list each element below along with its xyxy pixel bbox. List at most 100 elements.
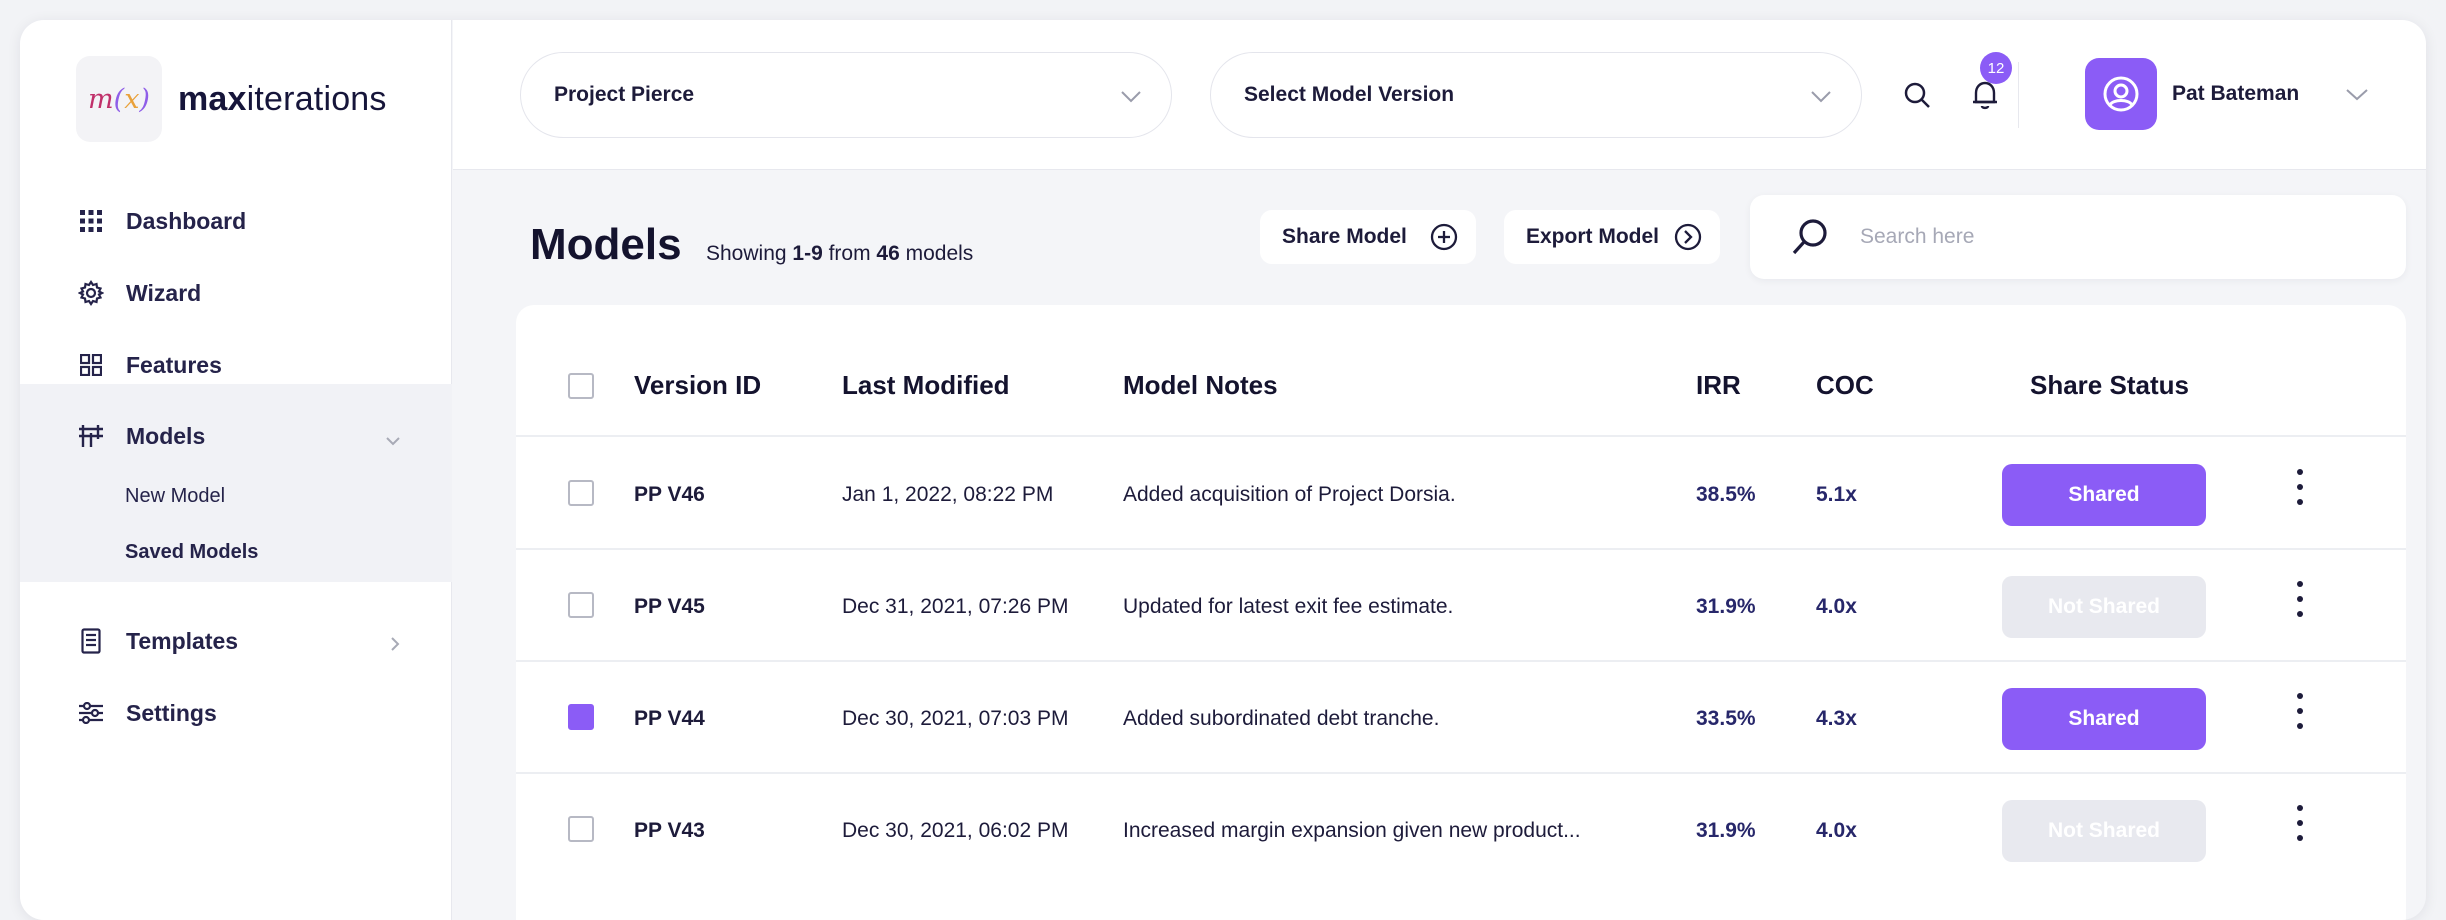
row-coc: 4.0x	[1816, 595, 1857, 618]
chevron-right-icon	[390, 630, 400, 657]
more-options-icon[interactable]	[2290, 693, 2310, 729]
document-icon	[78, 628, 104, 654]
summary-text: Showing	[706, 242, 793, 265]
row-coc: 4.3x	[1816, 707, 1857, 730]
user-circle-icon	[2103, 76, 2139, 112]
row-coc: 5.1x	[1816, 483, 1857, 506]
arrow-right-circle-icon	[1674, 223, 1702, 257]
sidebar-item-wizard[interactable]: Wizard	[20, 258, 452, 328]
column-header-share-status[interactable]: Share Status	[2030, 370, 2189, 401]
select-all-checkbox[interactable]	[568, 373, 594, 399]
logo-letter: m	[88, 83, 114, 115]
column-header-irr[interactable]: IRR	[1696, 370, 1741, 401]
sidebar-subitem-new-model[interactable]: New Model	[125, 485, 225, 508]
avatar[interactable]	[2085, 58, 2157, 130]
summary-text: models	[899, 242, 974, 265]
sidebar: m(x) maxiterations Dashboard Wizard Feat…	[20, 20, 452, 920]
brand-logo[interactable]: m(x) maxiterations	[76, 56, 387, 142]
row-version-id[interactable]: PP V45	[634, 595, 705, 619]
more-options-icon[interactable]	[2290, 805, 2310, 841]
row-checkbox[interactable]	[568, 816, 594, 842]
brand-name-bold: max	[178, 79, 247, 118]
row-coc: 4.0x	[1816, 819, 1857, 842]
row-version-id[interactable]: PP V43	[634, 819, 705, 843]
row-last-modified: Dec 31, 2021, 07:26 PM	[842, 595, 1069, 618]
gear-icon	[78, 280, 104, 306]
summary-text: from	[822, 242, 877, 265]
row-model-notes: Increased margin expansion given new pro…	[1123, 819, 1581, 842]
share-status-button[interactable]: Shared	[2002, 464, 2206, 526]
models-table: Version ID Last Modified Model Notes IRR…	[516, 305, 2406, 920]
column-header-last-modified[interactable]: Last Modified	[842, 370, 1010, 401]
row-version-id[interactable]: PP V46	[634, 483, 705, 507]
search-icon	[1790, 217, 1830, 262]
search-box	[1750, 195, 2406, 279]
project-select-value: Project Pierce	[554, 83, 695, 106]
share-status-button[interactable]: Shared	[2002, 688, 2206, 750]
sidebar-item-label: Dashboard	[126, 207, 247, 234]
logo-paren: )	[139, 83, 150, 115]
sidebar-subitem-saved-models[interactable]: Saved Models	[125, 541, 258, 564]
brand-name-rest: iterations	[246, 79, 387, 118]
share-status-button[interactable]: Not Shared	[2002, 800, 2206, 862]
notification-badge: 12	[1980, 52, 2012, 84]
row-irr: 31.9%	[1696, 595, 1756, 618]
search-input[interactable]	[1860, 217, 2360, 257]
row-irr: 33.5%	[1696, 707, 1756, 730]
model-version-select[interactable]: Select Model Version	[1210, 52, 1862, 138]
row-version-id[interactable]: PP V44	[634, 707, 705, 731]
share-model-button[interactable]: Share Model	[1260, 210, 1476, 264]
sliders-icon	[78, 423, 104, 449]
chevron-down-icon	[1121, 85, 1141, 109]
row-last-modified: Dec 30, 2021, 06:02 PM	[842, 819, 1069, 842]
topbar-divider	[2018, 62, 2019, 128]
row-checkbox[interactable]	[568, 704, 594, 730]
pagination-summary: Showing 1-9 from 46 models	[706, 242, 973, 266]
sidebar-item-dashboard[interactable]: Dashboard	[20, 186, 452, 256]
page-title: Models	[530, 220, 682, 269]
column-header-version-id[interactable]: Version ID	[634, 370, 761, 401]
settings-sliders-icon	[78, 700, 104, 726]
row-last-modified: Dec 30, 2021, 07:03 PM	[842, 707, 1069, 730]
chevron-down-icon[interactable]	[2345, 88, 2369, 102]
export-model-button[interactable]: Export Model	[1504, 210, 1720, 264]
row-divider	[516, 660, 2406, 662]
row-model-notes: Added subordinated debt tranche.	[1123, 707, 1440, 730]
row-model-notes: Added acquisition of Project Dorsia.	[1123, 483, 1456, 506]
more-options-icon[interactable]	[2290, 469, 2310, 505]
model-version-select-value: Select Model Version	[1244, 83, 1455, 106]
column-header-coc[interactable]: COC	[1816, 370, 1874, 401]
layout-grid-icon	[78, 352, 104, 378]
sidebar-item-models[interactable]: Models	[20, 401, 452, 471]
column-header-model-notes[interactable]: Model Notes	[1123, 370, 1278, 401]
row-divider	[516, 548, 2406, 550]
sidebar-item-label: Features	[126, 351, 222, 378]
sidebar-item-label: Wizard	[126, 279, 202, 306]
row-model-notes: Updated for latest exit fee estimate.	[1123, 595, 1454, 618]
more-options-icon[interactable]	[2290, 581, 2310, 617]
user-name[interactable]: Pat Bateman	[2172, 82, 2299, 106]
row-divider	[516, 435, 2406, 437]
logo-paren: (	[113, 83, 125, 115]
row-irr: 31.9%	[1696, 819, 1756, 842]
sidebar-item-features[interactable]: Features	[20, 330, 452, 400]
row-checkbox[interactable]	[568, 592, 594, 618]
search-icon[interactable]	[1902, 80, 1932, 110]
sidebar-item-templates[interactable]: Templates	[20, 606, 452, 676]
share-status-button[interactable]: Not Shared	[2002, 576, 2206, 638]
share-model-label: Share Model	[1282, 225, 1407, 248]
sidebar-item-settings[interactable]: Settings	[20, 678, 452, 748]
project-select[interactable]: Project Pierce	[520, 52, 1172, 138]
export-model-label: Export Model	[1526, 225, 1660, 248]
app-window: m(x) maxiterations Dashboard Wizard Feat…	[20, 20, 2426, 920]
sidebar-item-label: Settings	[126, 699, 217, 726]
chevron-down-icon	[1811, 85, 1831, 109]
row-checkbox[interactable]	[568, 480, 594, 506]
sidebar-item-label: Models	[126, 422, 206, 449]
grid-dots-icon	[78, 208, 104, 234]
logo-letter: x	[124, 83, 140, 115]
summary-total: 46	[876, 242, 900, 265]
summary-range: 1-9	[792, 242, 823, 265]
row-divider	[516, 772, 2406, 774]
plus-circle-icon	[1430, 223, 1458, 257]
